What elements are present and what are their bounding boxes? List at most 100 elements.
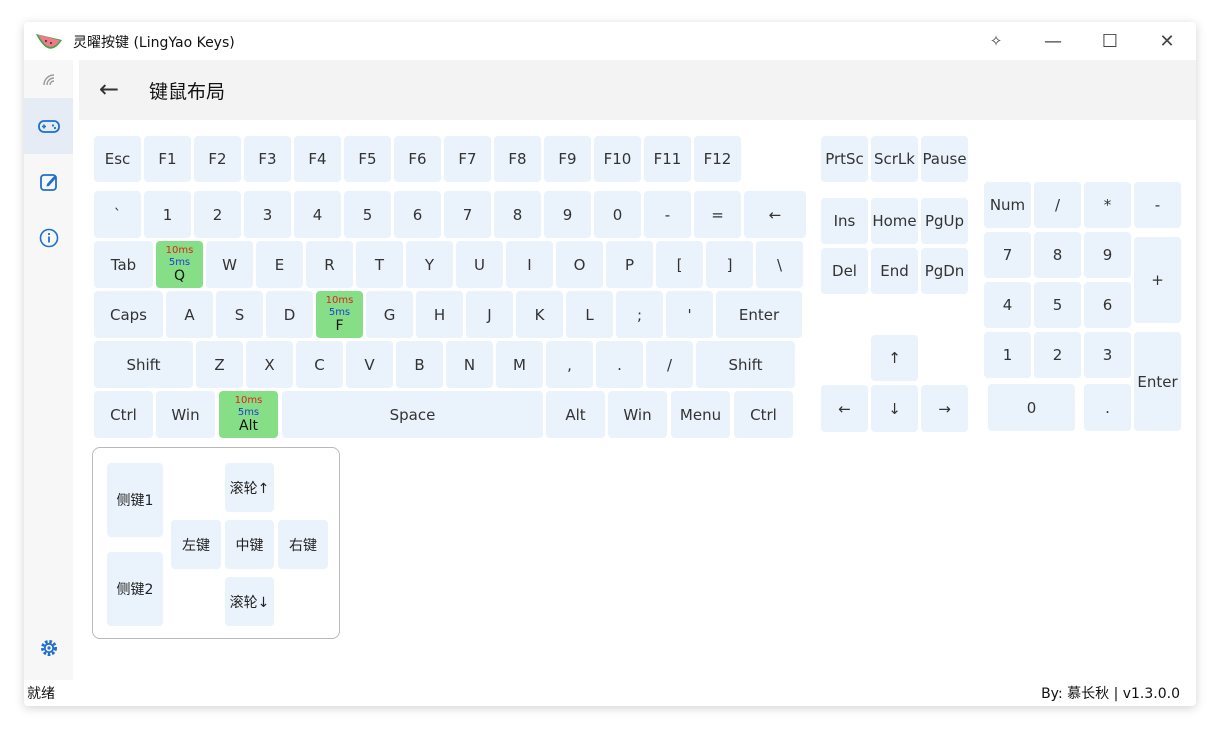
- key-d[interactable]: D: [266, 291, 313, 338]
- key-comma[interactable]: ,: [546, 341, 593, 388]
- key-minus[interactable]: -: [644, 191, 691, 238]
- key-period[interactable]: .: [596, 341, 643, 388]
- key-e[interactable]: E: [256, 241, 303, 288]
- key-0[interactable]: 0: [594, 191, 641, 238]
- key-numpad-8[interactable]: 8: [1034, 232, 1081, 278]
- key-backslash[interactable]: \: [756, 241, 803, 288]
- key-lbracket[interactable]: [: [656, 241, 703, 288]
- key-arrow-left[interactable]: ←: [821, 385, 868, 432]
- close-button[interactable]: ✕: [1141, 26, 1193, 56]
- key-f6[interactable]: F6: [394, 136, 441, 182]
- key-menu[interactable]: Menu: [671, 391, 730, 438]
- key-caps[interactable]: Caps: [94, 291, 163, 338]
- key-shift-right[interactable]: Shift: [696, 341, 795, 388]
- mouse-left-button[interactable]: 左键: [171, 520, 221, 569]
- key-t[interactable]: T: [356, 241, 403, 288]
- key-1[interactable]: 1: [144, 191, 191, 238]
- key-s[interactable]: S: [216, 291, 263, 338]
- key-7[interactable]: 7: [444, 191, 491, 238]
- sidebar-item-settings[interactable]: [24, 620, 73, 676]
- key-w[interactable]: W: [206, 241, 253, 288]
- mouse-wheel-down[interactable]: 滚轮↓: [225, 577, 274, 626]
- key-slash[interactable]: /: [646, 341, 693, 388]
- mouse-right-button[interactable]: 右键: [278, 520, 328, 569]
- key-2[interactable]: 2: [194, 191, 241, 238]
- key-shift-left[interactable]: Shift: [94, 341, 193, 388]
- key-q[interactable]: 10ms 5ms Q: [156, 241, 203, 288]
- maximize-button[interactable]: ☐: [1084, 26, 1136, 56]
- key-l[interactable]: L: [566, 291, 613, 338]
- key-8[interactable]: 8: [494, 191, 541, 238]
- key-z[interactable]: Z: [196, 341, 243, 388]
- key-y[interactable]: Y: [406, 241, 453, 288]
- key-numpad-asterisk[interactable]: *: [1084, 182, 1131, 228]
- key-space[interactable]: Space: [282, 391, 543, 438]
- key-u[interactable]: U: [456, 241, 503, 288]
- key-3[interactable]: 3: [244, 191, 291, 238]
- sidebar-item-edit[interactable]: [24, 154, 73, 210]
- mouse-middle-button[interactable]: 中键: [225, 520, 274, 569]
- key-f9[interactable]: F9: [544, 136, 591, 182]
- key-c[interactable]: C: [296, 341, 343, 388]
- key-f7[interactable]: F7: [444, 136, 491, 182]
- key-home[interactable]: Home: [871, 198, 918, 244]
- key-j[interactable]: J: [466, 291, 513, 338]
- mouse-wheel-up[interactable]: 滚轮↑: [225, 463, 274, 512]
- minimize-button[interactable]: —: [1027, 26, 1079, 56]
- key-numpad-9[interactable]: 9: [1084, 232, 1131, 278]
- back-arrow-icon[interactable]: ←: [95, 74, 123, 104]
- key-numpad-enter[interactable]: Enter: [1134, 332, 1181, 431]
- key-semicolon[interactable]: ;: [616, 291, 663, 338]
- key-alt-right[interactable]: Alt: [546, 391, 605, 438]
- key-numpad-period[interactable]: .: [1084, 384, 1131, 431]
- key-m[interactable]: M: [496, 341, 543, 388]
- key-f4[interactable]: F4: [294, 136, 341, 182]
- key-numpad-0[interactable]: 0: [988, 384, 1075, 431]
- key-ctrl-right[interactable]: Ctrl: [734, 391, 793, 438]
- key-numpad-5[interactable]: 5: [1034, 282, 1081, 328]
- key-p[interactable]: P: [606, 241, 653, 288]
- key-f3[interactable]: F3: [244, 136, 291, 182]
- key-f[interactable]: 10ms 5ms F: [316, 291, 363, 338]
- key-num[interactable]: Num: [984, 182, 1031, 228]
- key-5[interactable]: 5: [344, 191, 391, 238]
- sidebar-item-signal[interactable]: [24, 60, 73, 100]
- key-r[interactable]: R: [306, 241, 353, 288]
- key-a[interactable]: A: [166, 291, 213, 338]
- key-ctrl-left[interactable]: Ctrl: [94, 391, 153, 438]
- key-g[interactable]: G: [366, 291, 413, 338]
- key-numpad-3[interactable]: 3: [1084, 332, 1131, 378]
- mouse-side-button-1[interactable]: 侧键1: [107, 463, 163, 537]
- key-scrlk[interactable]: ScrLk: [871, 136, 918, 182]
- key-alt-left[interactable]: 10ms 5ms Alt: [219, 391, 278, 438]
- key-numpad-1[interactable]: 1: [984, 332, 1031, 378]
- key-win-left[interactable]: Win: [156, 391, 215, 438]
- key-h[interactable]: H: [416, 291, 463, 338]
- key-k[interactable]: K: [516, 291, 563, 338]
- sidebar-item-keymouse[interactable]: [24, 98, 73, 154]
- key-f12[interactable]: F12: [694, 136, 741, 182]
- key-pgup[interactable]: PgUp: [921, 198, 968, 244]
- key-pgdn[interactable]: PgDn: [921, 248, 968, 294]
- key-quote[interactable]: ': [666, 291, 713, 338]
- key-numpad-slash[interactable]: /: [1034, 182, 1081, 228]
- sidebar-item-about[interactable]: [24, 210, 73, 266]
- key-4[interactable]: 4: [294, 191, 341, 238]
- key-f8[interactable]: F8: [494, 136, 541, 182]
- key-enter-main[interactable]: Enter: [716, 291, 802, 338]
- key-x[interactable]: X: [246, 341, 293, 388]
- key-backtick[interactable]: `: [94, 191, 141, 238]
- key-f5[interactable]: F5: [344, 136, 391, 182]
- key-f11[interactable]: F11: [644, 136, 691, 182]
- key-numpad-7[interactable]: 7: [984, 232, 1031, 278]
- key-ins[interactable]: Ins: [821, 198, 868, 244]
- key-arrow-down[interactable]: ↓: [871, 385, 918, 432]
- key-numpad-4[interactable]: 4: [984, 282, 1031, 328]
- key-pause[interactable]: Pause: [921, 136, 968, 182]
- key-f10[interactable]: F10: [594, 136, 641, 182]
- mouse-side-button-2[interactable]: 侧键2: [107, 552, 163, 626]
- key-9[interactable]: 9: [544, 191, 591, 238]
- key-win-right[interactable]: Win: [608, 391, 667, 438]
- key-6[interactable]: 6: [394, 191, 441, 238]
- key-o[interactable]: O: [556, 241, 603, 288]
